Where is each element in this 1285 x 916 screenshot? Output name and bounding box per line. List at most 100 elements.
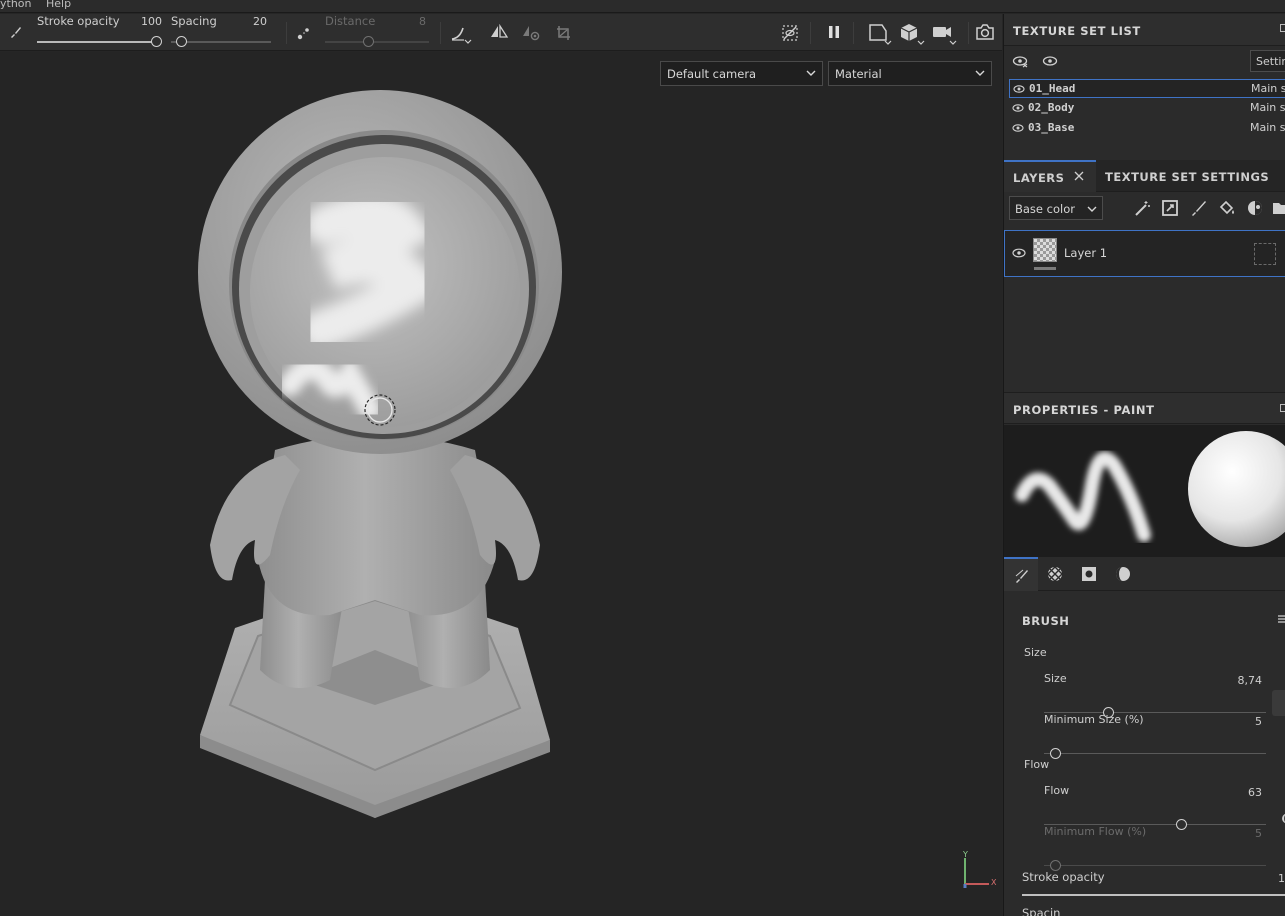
spacing-slider-handle[interactable] — [176, 36, 187, 47]
stroke-opacity-slider-handle[interactable] — [151, 36, 162, 47]
layer-name[interactable]: Layer 1 — [1064, 246, 1107, 260]
stroke-preview-image — [1015, 431, 1285, 547]
channel-select[interactable]: Base color — [1009, 196, 1103, 220]
stroke-opacity-value[interactable]: 100 — [130, 15, 162, 28]
size-value[interactable]: 8,74 — [1222, 674, 1263, 687]
stroke-opacity-value[interactable]: 1( — [1278, 872, 1285, 885]
brush-icon — [1014, 568, 1030, 587]
alpha-icon[interactable] — [1047, 566, 1063, 582]
toolbar-divider — [853, 22, 854, 44]
hide-cursor-icon[interactable] — [781, 24, 799, 42]
distance-slider-handle — [363, 36, 374, 47]
2d-view-icon[interactable] — [868, 23, 892, 45]
toolbar-divider — [440, 22, 441, 44]
properties-header: PROPERTIES - PAINT — [1004, 392, 1285, 424]
menu-python[interactable]: ython — [0, 0, 32, 10]
lazy-mouse-icon[interactable] — [296, 25, 312, 41]
menu-help[interactable]: Help — [46, 0, 71, 10]
layer-row[interactable]: Layer 1 — [1004, 230, 1285, 277]
camera-icon[interactable] — [932, 23, 958, 45]
chevron-down-icon — [1087, 203, 1097, 217]
eye-icon[interactable] — [1012, 103, 1024, 116]
flow-slider-handle[interactable] — [1176, 819, 1188, 830]
brush-section-title: BRUSH — [1022, 614, 1070, 628]
3d-viewport[interactable]: Default camera Material Y X — [0, 52, 1002, 916]
minimum-flow-slider-track — [1044, 865, 1266, 866]
brush-properties: BRUSH Size Size 8,74 Minimum Size (%) 5 … — [1004, 592, 1285, 916]
menu-icon[interactable] — [1278, 614, 1285, 627]
distance-value: 8 — [419, 15, 426, 28]
distance-track — [325, 41, 429, 43]
texture-set-name: 01_Head — [1029, 82, 1076, 95]
flow-group-label: Flow — [1024, 758, 1050, 771]
texture-set-row[interactable]: 03_Base Main s — [1009, 119, 1285, 138]
flow-value[interactable]: 63 — [1222, 786, 1262, 799]
texture-set-shader[interactable]: Main s — [1251, 82, 1285, 95]
add-smart-material-icon[interactable] — [1246, 199, 1264, 217]
material-icon[interactable] — [1115, 566, 1131, 582]
minimum-flow-label: Minimum Flow (%) — [1044, 825, 1147, 838]
minimum-size-slider-track[interactable] — [1044, 753, 1266, 754]
folder-icon[interactable] — [1272, 199, 1285, 217]
texture-set-row[interactable]: 01_Head Main s — [1009, 79, 1285, 98]
tab-texture-set-settings[interactable]: TEXTURE SET SETTINGS — [1105, 170, 1269, 184]
eye-icon[interactable] — [1012, 247, 1026, 259]
texture-set-list-header: TEXTURE SET LIST — [1004, 14, 1285, 46]
size-group-label: Size — [1024, 646, 1047, 659]
tab-brush[interactable] — [1004, 557, 1038, 591]
transform-icon[interactable] — [555, 24, 573, 42]
distance-label: Distance — [325, 14, 376, 28]
eye-icon[interactable] — [1013, 84, 1025, 97]
texture-set-shader[interactable]: Main s — [1250, 121, 1285, 134]
symmetry-icon[interactable] — [489, 24, 509, 40]
spacing-value[interactable]: 20 — [235, 15, 267, 28]
close-icon[interactable] — [1074, 171, 1084, 184]
add-mask-icon[interactable] — [1161, 199, 1179, 217]
stroke-opacity-label: Stroke opacity — [1022, 870, 1105, 884]
pen-pressure-toggle[interactable] — [1272, 690, 1285, 716]
tab-layers[interactable]: LAYERS — [1004, 160, 1096, 192]
spacing-label: Spacing — [171, 14, 217, 28]
layer-mask-slot[interactable] — [1254, 243, 1276, 265]
symmetry-settings-icon[interactable] — [521, 24, 541, 42]
layer-thumbnail — [1033, 238, 1057, 262]
size-label: Size — [1044, 672, 1067, 685]
layers-empty-area — [1004, 278, 1285, 391]
stroke-opacity-slider-track[interactable] — [1022, 894, 1285, 896]
minimum-flow-value: 5 — [1255, 827, 1262, 840]
eye-icon[interactable] — [1012, 123, 1024, 136]
mesh-model-render[interactable] — [0, 52, 1002, 916]
eye-icon[interactable] — [1042, 54, 1058, 68]
layers-toolbar: Base color — [1004, 193, 1285, 229]
brush-icon[interactable] — [9, 25, 23, 39]
maximize-icon[interactable] — [1280, 404, 1285, 412]
minimum-size-slider-handle[interactable] — [1049, 748, 1061, 759]
texture-set-row[interactable]: 02_Body Main s — [1009, 99, 1285, 118]
3d-cube-icon[interactable] — [900, 23, 926, 45]
add-paint-layer-icon[interactable] — [1190, 199, 1208, 217]
add-fill-layer-icon[interactable] — [1218, 199, 1236, 217]
toolbar-divider — [968, 22, 969, 44]
brush-preview — [1004, 425, 1285, 557]
pen-pressure-icon[interactable]: ❨ — [1280, 812, 1285, 825]
flow-label: Flow — [1044, 784, 1070, 797]
axis-x-label: X — [991, 878, 997, 887]
screenshot-icon[interactable] — [976, 24, 994, 40]
settings-button[interactable]: Settin — [1250, 50, 1285, 72]
menubar: ython Help — [0, 0, 1285, 13]
channel-select-value: Base color — [1015, 202, 1075, 216]
texture-set-name: 02_Body — [1028, 101, 1075, 114]
properties-title: PROPERTIES - PAINT — [1013, 403, 1155, 417]
texture-set-shader[interactable]: Main s — [1250, 101, 1285, 114]
texture-set-name: 03_Base — [1028, 121, 1075, 134]
pause-icon[interactable] — [827, 25, 841, 39]
eye-cross-icon[interactable] — [1012, 54, 1028, 68]
line-smoothing-icon[interactable] — [450, 25, 472, 45]
maximize-icon[interactable] — [1280, 24, 1285, 32]
stroke-opacity-label: Stroke opacity — [37, 14, 120, 28]
stencil-icon[interactable] — [1081, 566, 1097, 582]
spacing-label: Spacin — [1022, 906, 1061, 916]
minimum-size-value[interactable]: 5 — [1222, 715, 1262, 728]
add-effect-icon[interactable] — [1133, 199, 1151, 217]
material-preview-sphere — [1188, 431, 1285, 547]
